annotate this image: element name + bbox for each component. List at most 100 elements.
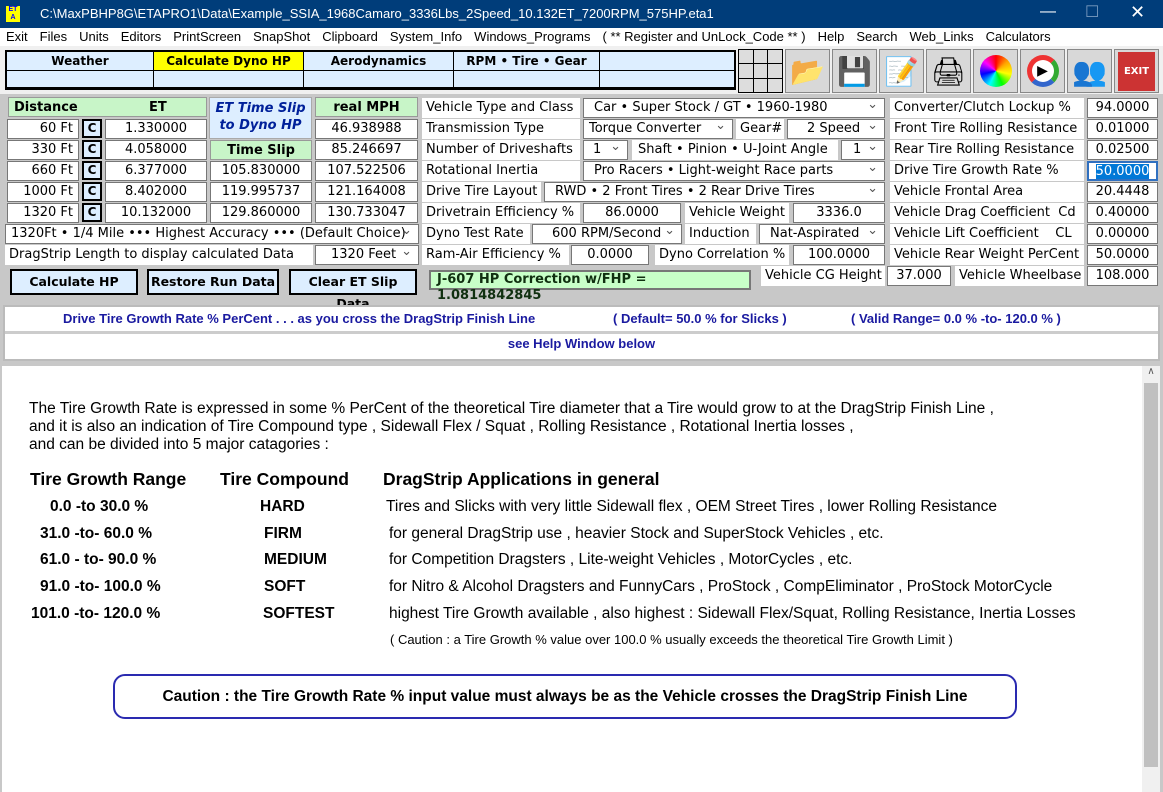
menu-printscreen[interactable]: PrintScreen bbox=[167, 28, 247, 46]
menu-snapshot[interactable]: SnapShot bbox=[247, 28, 316, 46]
front-rolling-input[interactable]: 0.01000 bbox=[1087, 119, 1158, 139]
drive-tire-layout-select[interactable]: RWD • 2 Front Tires • 2 Rear Drive Tires bbox=[544, 182, 885, 202]
lift-coefficient-input[interactable]: 0.00000 bbox=[1087, 224, 1158, 244]
scroll-thumb[interactable] bbox=[1144, 383, 1158, 767]
compound-medium: MEDIUM bbox=[264, 551, 327, 568]
menu-clipboard[interactable]: Clipboard bbox=[316, 28, 384, 46]
info-line1-c: ( Valid Range= 0.0 % -to- 120.0 % ) bbox=[851, 311, 1061, 326]
gear-select[interactable]: 2 Speed bbox=[787, 119, 885, 139]
scroll-up-icon[interactable]: ∧ bbox=[1142, 366, 1160, 383]
frontal-area-input[interactable]: 20.4448 bbox=[1087, 182, 1158, 202]
app-medium: for Competition Dragsters , Lite-weight … bbox=[389, 551, 853, 568]
menu-exit[interactable]: Exit bbox=[0, 28, 34, 46]
info-line1-a: Drive Tire Growth Rate % PerCent . . . a… bbox=[63, 311, 536, 326]
slip-mph-1320-input[interactable]: 129.860000 bbox=[210, 203, 312, 223]
media-play-icon[interactable]: ▶ bbox=[1020, 49, 1065, 93]
menu-help[interactable]: Help bbox=[812, 28, 851, 46]
clear-et-slip-data-button[interactable]: Clear ET Slip Data bbox=[289, 269, 417, 311]
rear-weight-input[interactable]: 50.0000 bbox=[1087, 245, 1158, 265]
clear-1000-button[interactable]: C bbox=[82, 182, 102, 201]
compound-hard: HARD bbox=[260, 498, 305, 515]
menu-editors[interactable]: Editors bbox=[115, 28, 167, 46]
color-wheel-icon[interactable] bbox=[973, 49, 1018, 93]
transmission-label: Transmission Type bbox=[422, 119, 580, 139]
et-1320-input[interactable]: 10.132000 bbox=[105, 203, 207, 223]
menu-units[interactable]: Units bbox=[73, 28, 115, 46]
clear-660-button[interactable]: C bbox=[82, 161, 102, 180]
drag-coefficient-input[interactable]: 0.40000 bbox=[1087, 203, 1158, 223]
driveshafts-select[interactable]: 1 bbox=[583, 140, 628, 160]
app-softest: highest Tire Growth available , also hig… bbox=[389, 605, 1076, 622]
lift-coefficient-label: Vehicle Lift Coefficient CL bbox=[890, 224, 1084, 244]
tab-weather[interactable]: Weather bbox=[7, 52, 154, 71]
rear-rolling-input[interactable]: 0.02500 bbox=[1087, 140, 1158, 160]
tire-growth-label: Drive Tire Growth Rate % bbox=[890, 161, 1084, 181]
help-window: The Tire Growth Rate is expressed in som… bbox=[2, 366, 1142, 792]
vehicle-type-select[interactable]: Car • Super Stock / GT • 1960-1980 bbox=[583, 98, 885, 118]
wheelbase-input[interactable]: 108.000 bbox=[1087, 266, 1158, 286]
accuracy-select[interactable]: 1320Ft • 1/4 Mile ••• Highest Accuracy •… bbox=[5, 224, 419, 244]
tab-row2-4[interactable] bbox=[454, 71, 600, 88]
ram-air-input[interactable]: 0.0000 bbox=[571, 245, 649, 265]
tire-growth-input[interactable]: 50.0000 bbox=[1087, 161, 1158, 181]
menu-register[interactable]: ( ** Register and UnLock_Code ** ) bbox=[597, 28, 812, 46]
tab-calculate-dyno-hp[interactable]: Calculate Dyno HP bbox=[154, 52, 304, 71]
clear-1320-button[interactable]: C bbox=[82, 203, 102, 222]
cg-height-input[interactable]: 37.000 bbox=[887, 266, 951, 286]
help-note: ( Caution : a Tire Growth % value over 1… bbox=[390, 632, 953, 647]
close-button[interactable]: ✕ bbox=[1130, 2, 1145, 23]
distance-header: Distance ET bbox=[8, 97, 207, 117]
gear-value: 2 Speed bbox=[807, 121, 861, 136]
dyno-correlation-input[interactable]: 100.0000 bbox=[793, 245, 885, 265]
tab-row2-5[interactable] bbox=[600, 71, 734, 88]
rotational-inertia-select[interactable]: Pro Racers • Light-weight Race parts bbox=[583, 161, 885, 181]
menu-windows-programs[interactable]: Windows_Programs bbox=[468, 28, 596, 46]
slip-mph-660-input[interactable]: 105.830000 bbox=[210, 161, 312, 181]
maximize-button[interactable]: ☐ bbox=[1085, 2, 1099, 22]
dyno-test-rate-select[interactable]: 600 RPM/Second bbox=[532, 224, 682, 244]
clear-330-button[interactable]: C bbox=[82, 140, 102, 159]
menu-web-links[interactable]: Web_Links bbox=[904, 28, 980, 46]
grid-button[interactable] bbox=[738, 49, 783, 93]
printer-icon[interactable]: 🖨 bbox=[926, 49, 971, 93]
vehicle-weight-input[interactable]: 3336.0 bbox=[793, 203, 885, 223]
menu-search[interactable]: Search bbox=[850, 28, 903, 46]
et-1000-input[interactable]: 8.402000 bbox=[105, 182, 207, 202]
real-mph-1000: 121.164008 bbox=[315, 182, 418, 202]
tab-row2-2[interactable] bbox=[154, 71, 304, 88]
tab-row2-1[interactable] bbox=[7, 71, 154, 88]
slip-mph-1000-input[interactable]: 119.995737 bbox=[210, 182, 312, 202]
menu-calculators[interactable]: Calculators bbox=[980, 28, 1057, 46]
lockup-input[interactable]: 94.0000 bbox=[1087, 98, 1158, 118]
window-title: C:\MaxPBHP8G\ETAPRO1\Data\Example_SSIA_1… bbox=[40, 6, 714, 21]
calculate-hp-button[interactable]: Calculate HP bbox=[10, 269, 138, 295]
tab-row2-3[interactable] bbox=[304, 71, 454, 88]
et-330-input[interactable]: 4.058000 bbox=[105, 140, 207, 160]
users-icon[interactable]: 👥 bbox=[1067, 49, 1112, 93]
dragstrip-length-select[interactable]: 1320 Feet bbox=[315, 245, 419, 265]
notepad-edit-icon[interactable]: 📝 bbox=[879, 49, 924, 93]
drivetrain-efficiency-input[interactable]: 86.0000 bbox=[583, 203, 681, 223]
distance-330: 330 Ft bbox=[7, 140, 79, 160]
menu-bar: Exit Files Units Editors PrintScreen Sna… bbox=[0, 28, 1163, 46]
minimize-button[interactable]: — bbox=[1040, 3, 1056, 21]
clear-60-button[interactable]: C bbox=[82, 119, 102, 138]
restore-run-data-button[interactable]: Restore Run Data bbox=[147, 269, 279, 295]
induction-select[interactable]: Nat-Aspirated bbox=[759, 224, 885, 244]
menu-files[interactable]: Files bbox=[34, 28, 73, 46]
tab-rpm-tire-gear[interactable]: RPM • Tire • Gear bbox=[454, 52, 600, 71]
open-folder-icon[interactable]: 📂 bbox=[785, 49, 830, 93]
tab-empty[interactable] bbox=[600, 52, 734, 71]
rear-weight-label: Vehicle Rear Weight PerCent bbox=[890, 245, 1084, 265]
distance-1320: 1320 Ft bbox=[7, 203, 79, 223]
menu-system-info[interactable]: System_Info bbox=[384, 28, 468, 46]
rotational-inertia-value: Pro Racers • Light-weight Race parts bbox=[594, 163, 834, 178]
angle-select[interactable]: 1 bbox=[841, 140, 885, 160]
tab-aerodynamics[interactable]: Aerodynamics bbox=[304, 52, 454, 71]
exit-door-icon[interactable]: EXIT bbox=[1114, 49, 1159, 93]
et-60-input[interactable]: 1.330000 bbox=[105, 119, 207, 139]
et-660-input[interactable]: 6.377000 bbox=[105, 161, 207, 181]
help-scrollbar[interactable]: ∧ bbox=[1142, 366, 1160, 792]
save-disk-icon[interactable]: 💾 bbox=[832, 49, 877, 93]
transmission-select[interactable]: Torque Converter bbox=[583, 119, 733, 139]
